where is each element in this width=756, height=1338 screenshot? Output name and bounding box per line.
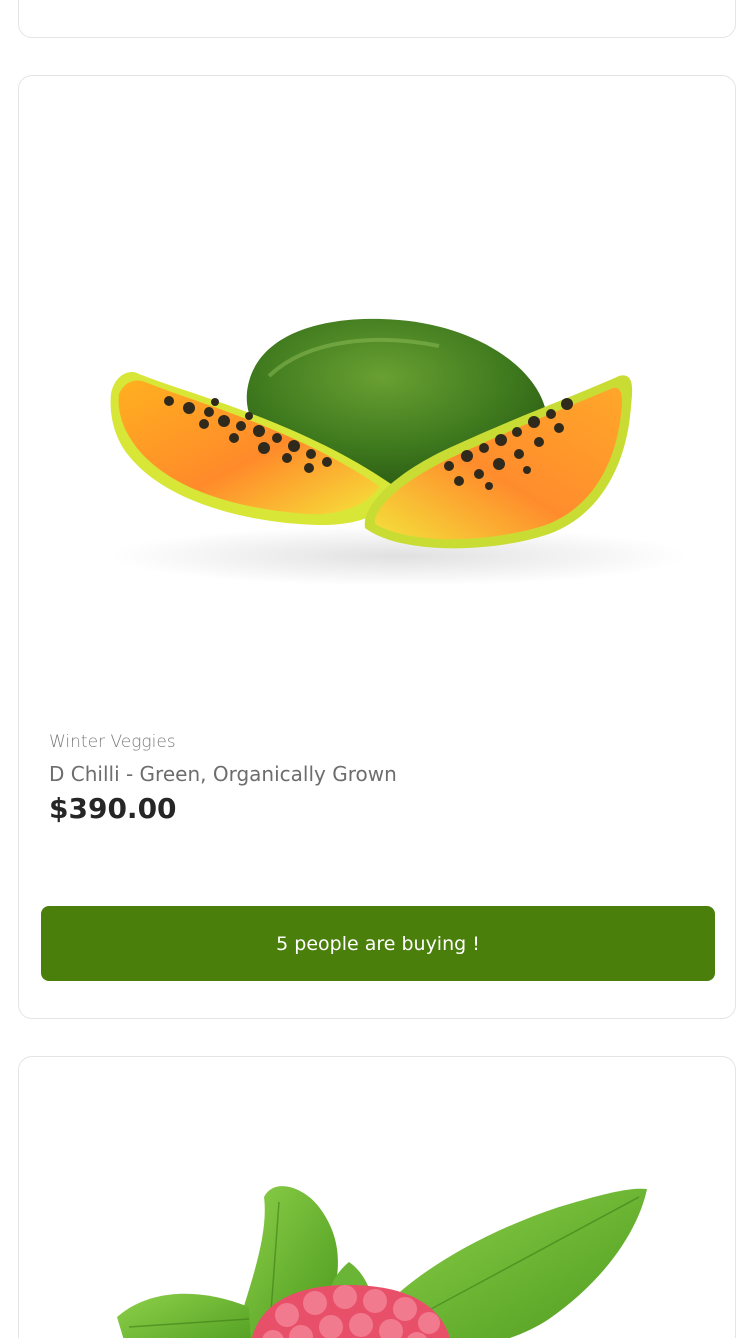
raspberry-image[interactable]: [19, 1057, 736, 1338]
product-list: Winter Veggies D Chilli - Green, Organic…: [0, 0, 756, 1338]
product-card-next[interactable]: [18, 1056, 736, 1338]
product-title[interactable]: D Chilli - Green, Organically Grown: [49, 762, 397, 786]
product-price: $390.00: [49, 792, 177, 825]
product-card-previous: [18, 0, 736, 38]
product-category: Winter Veggies: [49, 732, 176, 752]
product-card[interactable]: Winter Veggies D Chilli - Green, Organic…: [18, 75, 736, 1019]
papaya-image[interactable]: [19, 76, 736, 716]
people-buying-button[interactable]: 5 people are buying !: [41, 906, 715, 981]
